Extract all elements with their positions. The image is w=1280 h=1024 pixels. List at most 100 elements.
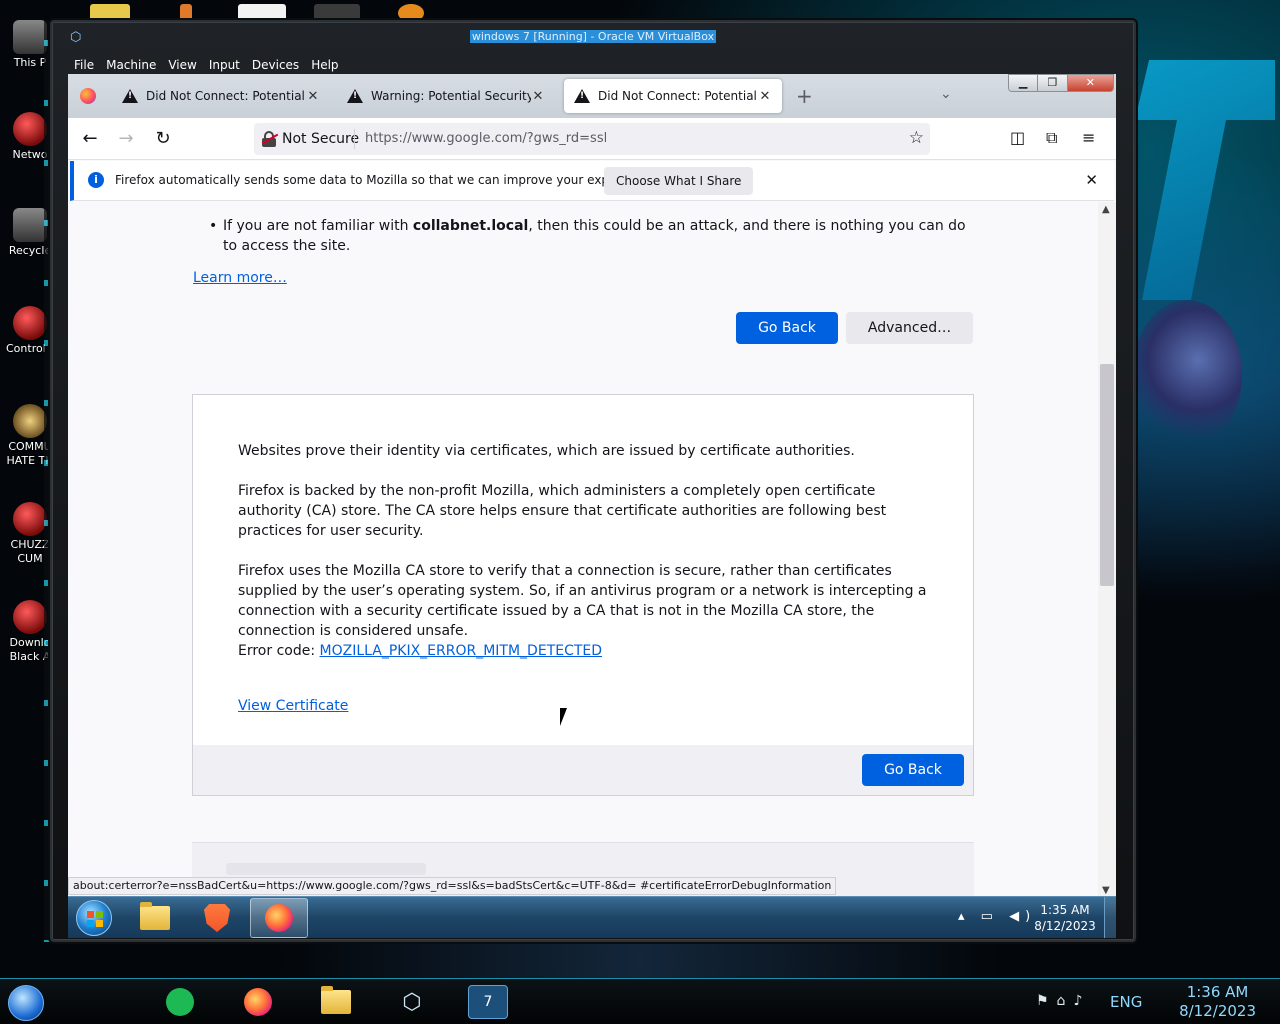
close-icon[interactable]: ✕ — [1085, 171, 1098, 189]
view-certificate-link[interactable]: View Certificate — [238, 698, 348, 714]
host-taskbar-explorer[interactable] — [316, 985, 356, 1019]
guest-tray-icons[interactable]: ▴ ▭ ◀) — [958, 909, 1036, 924]
advanced-paragraph-2: Firefox is backed by the non-profit Mozi… — [238, 483, 887, 539]
tab-close-icon[interactable]: ✕ — [306, 89, 320, 104]
windows7-vm-icon: 7 — [483, 994, 493, 1010]
error-page-content: • If you are not familiar with collabnet… — [68, 202, 1098, 896]
firefox-view-icon[interactable] — [80, 88, 96, 104]
advanced-panel-footer: Go Back — [193, 745, 973, 795]
brave-icon — [204, 904, 230, 932]
host-taskbar-notes[interactable] — [160, 985, 200, 1019]
download-icon — [13, 600, 47, 634]
page-scrollbar[interactable]: ▲ ▼ — [1098, 202, 1116, 896]
host-clock[interactable]: 1:36 AM 8/12/2023 — [1179, 983, 1256, 1021]
learn-more-link[interactable]: Learn more… — [193, 270, 287, 286]
go-back-button-advanced[interactable]: Go Back — [862, 754, 964, 786]
guest-taskbar: ▴ ▭ ◀) 1:35 AM 8/12/2023 — [68, 896, 1116, 938]
taskbar-brave[interactable] — [188, 898, 246, 938]
notes-icon — [166, 988, 194, 1016]
warning-icon — [347, 89, 363, 103]
virtualbox-icon: ⬡ — [402, 989, 422, 1015]
computer-icon — [13, 20, 47, 54]
tab-security-risk-warning[interactable]: Warning: Potential Security Risk ✕ — [337, 79, 555, 113]
tab-close-icon[interactable]: ✕ — [531, 89, 545, 104]
vm-menu-bar: File Machine View Input Devices Help — [68, 54, 345, 76]
pocket-icon[interactable]: ◫ — [1010, 128, 1025, 147]
browser-tab-strip: Did Not Connect: Potential Sec ✕ Warning… — [68, 74, 1116, 118]
choose-what-i-share-button[interactable]: Choose What I Share — [604, 167, 754, 195]
folder-icon — [140, 902, 170, 930]
not-secure-label[interactable]: Not Secure — [282, 131, 359, 147]
forward-arrow-icon[interactable]: → — [114, 128, 138, 149]
info-icon: i — [88, 172, 104, 188]
tab-close-icon[interactable]: ✕ — [758, 89, 772, 104]
host-taskbar: ⬡ 7 ⚑⌂♪ ENG 1:36 AM 8/12/2023 — [0, 978, 1280, 1024]
restore-icon[interactable]: ❐ — [1038, 75, 1068, 91]
advanced-button[interactable]: Advanced… — [846, 312, 973, 344]
host-language-indicator[interactable]: ENG — [1110, 993, 1142, 1011]
link-status-tooltip: about:certerror?e=nssBadCert&u=https://w… — [68, 877, 837, 895]
host-top-icons — [80, 0, 440, 22]
guest-clock[interactable]: 1:35 AM 8/12/2023 — [1030, 902, 1100, 934]
warning-icon — [122, 89, 138, 103]
error-code-line: Error code: MOZILLA_PKIX_ERROR_MITM_DETE… — [238, 643, 603, 659]
scrollbar-thumb[interactable] — [1100, 364, 1114, 586]
view-certificate-line: View Certificate — [238, 696, 938, 716]
taskbar-file-explorer[interactable] — [126, 898, 184, 938]
folder-icon — [321, 986, 351, 1014]
new-tab-plus-icon[interactable]: + — [796, 84, 813, 108]
guest-screen: Did Not Connect: Potential Sec ✕ Warning… — [68, 74, 1116, 938]
insecure-lock-icon[interactable] — [261, 131, 279, 147]
vm-menu-help[interactable]: Help — [305, 54, 344, 76]
vm-window-title: windows 7 [Running] - Oracle VM VirtualB… — [469, 30, 717, 43]
host-taskbar-vm-windows7[interactable]: 7 — [468, 985, 508, 1019]
vm-menu-file[interactable]: File — [68, 54, 100, 76]
skull-icon — [13, 502, 47, 536]
hamburger-menu-icon[interactable]: ≡ — [1082, 128, 1095, 147]
minimize-icon[interactable]: ▁ — [1009, 75, 1039, 91]
list-all-tabs-chevron-down-icon[interactable]: ⌄ — [940, 86, 952, 102]
tab-did-not-connect-active[interactable]: Did Not Connect: Potential Sec ✕ — [564, 79, 782, 113]
scroll-down-arrow-icon[interactable]: ▼ — [1102, 885, 1110, 896]
guest-window-controls: ▁ ❐ ✕ — [1008, 74, 1114, 92]
url-text[interactable]: https://www.google.com/?gws_rd=ssl — [365, 131, 607, 146]
advanced-info-panel: Websites prove their identity via certif… — [192, 394, 974, 796]
host-taskbar-virtualbox[interactable]: ⬡ — [392, 985, 432, 1019]
bullet-dot: • — [209, 218, 218, 234]
notification-text: Firefox automatically sends some data to… — [115, 173, 658, 187]
host-start-button[interactable] — [8, 985, 44, 1021]
back-arrow-icon[interactable]: ← — [78, 128, 102, 149]
money-bag-icon — [13, 404, 47, 438]
advanced-paragraph-3: Firefox uses the Mozilla CA store to ver… — [238, 563, 927, 639]
host-tray-icons[interactable]: ⚑⌂♪ — [1036, 993, 1090, 1009]
reload-icon[interactable]: ↻ — [151, 128, 175, 149]
show-desktop-button[interactable] — [1104, 897, 1116, 938]
vm-menu-view[interactable]: View — [162, 54, 202, 76]
debug-panel-placeholder — [226, 863, 426, 875]
url-bar[interactable]: Not Secure https://www.google.com/?gws_r… — [254, 123, 930, 155]
scroll-up-arrow-icon[interactable]: ▲ — [1102, 204, 1110, 215]
warning-bullet: • If you are not familiar with collabnet… — [209, 218, 966, 254]
close-icon[interactable]: ✕ — [1067, 75, 1113, 91]
go-back-button[interactable]: Go Back — [736, 312, 838, 344]
host-desktop-icons: This P Netwo Recycle Control P COMMU HAT… — [0, 0, 54, 700]
network-icon — [13, 112, 47, 146]
bookmark-star-icon[interactable]: ☆ — [909, 128, 924, 148]
firefox-icon — [265, 904, 293, 932]
host-wallpaper-sneaker — [1132, 300, 1242, 450]
url-separator — [354, 129, 355, 149]
host-system-tray: ⚑⌂♪ ENG 1:36 AM 8/12/2023 — [1020, 979, 1280, 1024]
vm-menu-machine[interactable]: Machine — [100, 54, 162, 76]
error-code-link[interactable]: MOZILLA_PKIX_ERROR_MITM_DETECTED — [320, 643, 603, 659]
taskbar-firefox[interactable] — [250, 898, 308, 938]
vm-menu-input[interactable]: Input — [203, 54, 246, 76]
data-reporting-notification-bar: i Firefox automatically sends some data … — [70, 161, 1114, 201]
firefox-icon — [244, 988, 272, 1016]
tab-did-not-connect-1[interactable]: Did Not Connect: Potential Sec ✕ — [112, 79, 330, 113]
host-taskbar-firefox[interactable] — [238, 985, 278, 1019]
vm-menu-devices[interactable]: Devices — [246, 54, 305, 76]
extensions-icon[interactable]: ⧉ — [1046, 128, 1057, 148]
browser-navigation-bar: ← → ↻ Not Secure https://www.google.com/… — [68, 118, 1116, 160]
windows-start-button[interactable] — [76, 900, 112, 936]
mouse-pointer-icon — [560, 708, 574, 726]
